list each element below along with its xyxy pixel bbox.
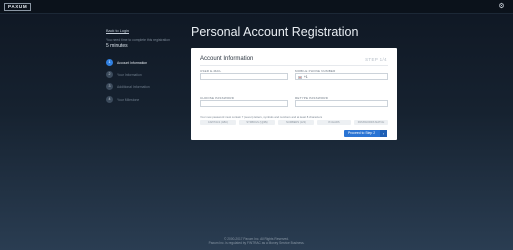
step-4: 4 Your Milestone bbox=[106, 96, 186, 104]
mobile-phone-value: +1 bbox=[304, 75, 308, 79]
requirement-symbols: SYMBOLS (!@#$) bbox=[239, 120, 275, 125]
card-title: Account Information bbox=[200, 56, 254, 62]
requirement-length: 8 CHARS bbox=[317, 120, 351, 125]
back-to-login-link[interactable]: Back to Login bbox=[106, 29, 129, 33]
flag-icon[interactable] bbox=[297, 75, 302, 79]
step-3-label: Additional Information bbox=[117, 84, 150, 89]
proceed-button-label: Proceed to Step 2 bbox=[348, 131, 376, 135]
requirement-match: PASSWORDS MATCH bbox=[354, 120, 388, 125]
step-2: 2 Your Information bbox=[106, 71, 186, 79]
registration-card: Account Information STEP 1/4 USER E-MAIL… bbox=[191, 48, 397, 140]
page-title: Personal Account Registration bbox=[191, 25, 359, 39]
card-divider bbox=[200, 65, 388, 66]
step-1-label: Account Information bbox=[117, 60, 148, 65]
gear-icon[interactable]: ⚙ bbox=[498, 3, 505, 10]
time-value: 5 minutes bbox=[106, 43, 128, 49]
user-email-field[interactable] bbox=[200, 73, 288, 80]
requirement-capitals: CAPITALS (ABC) bbox=[200, 120, 236, 125]
top-bar: PAXUM ⚙ bbox=[0, 0, 513, 14]
step-counter: STEP 1/4 bbox=[365, 57, 387, 62]
footer-notice: Paxum Inc. is regulated by FINTRAC as a … bbox=[208, 241, 305, 245]
choose-password-field[interactable] bbox=[200, 100, 288, 107]
time-note: You need time to complete this registrat… bbox=[106, 38, 170, 42]
step-3: 3 Additional Information bbox=[106, 83, 186, 91]
chevron-right-icon: › bbox=[380, 130, 387, 137]
proceed-button[interactable]: Proceed to Step 2 › bbox=[344, 130, 387, 137]
step-2-number: 2 bbox=[106, 71, 113, 78]
paxum-logo[interactable]: PAXUM bbox=[4, 3, 32, 11]
step-1: 1 Account Information bbox=[106, 59, 186, 67]
step-3-number: 3 bbox=[106, 83, 113, 90]
step-4-number: 4 bbox=[106, 96, 113, 103]
requirement-numbers: NUMBERS (123) bbox=[278, 120, 314, 125]
step-4-label: Your Milestone bbox=[117, 97, 140, 102]
step-1-number: 1 bbox=[106, 59, 113, 66]
mobile-phone-field[interactable]: +1 bbox=[295, 73, 388, 80]
step-2-label: Your Information bbox=[117, 72, 142, 77]
password-hint: Your new password must contain 7 (seven)… bbox=[200, 115, 323, 119]
retype-password-field[interactable] bbox=[295, 100, 388, 107]
